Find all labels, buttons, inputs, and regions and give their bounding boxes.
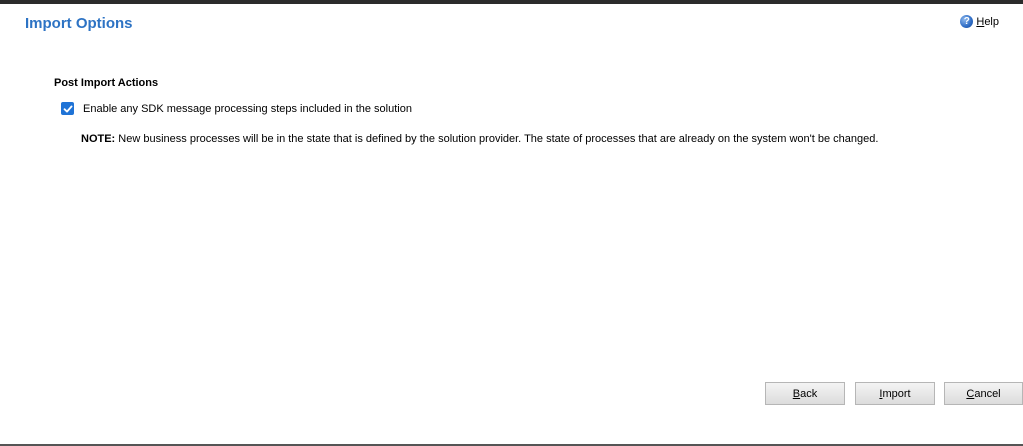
enable-sdk-steps-checkbox[interactable] bbox=[61, 102, 74, 115]
help-icon: ? bbox=[960, 15, 974, 28]
note-body: New business processes will be in the st… bbox=[115, 133, 879, 145]
cancel-button[interactable]: Cancel bbox=[944, 382, 1023, 405]
window-top-border bbox=[0, 0, 1023, 4]
enable-sdk-steps-option[interactable]: Enable any SDK message processing steps … bbox=[61, 102, 412, 115]
note-label: NOTE: bbox=[81, 133, 116, 145]
enable-sdk-steps-label: Enable any SDK message processing steps … bbox=[83, 102, 412, 115]
note-text: NOTE: New business processes will be in … bbox=[81, 133, 878, 145]
import-button[interactable]: Import bbox=[855, 382, 935, 405]
checkmark-icon bbox=[63, 105, 72, 112]
help-label: Help bbox=[976, 15, 999, 28]
page-title: Import Options bbox=[25, 15, 133, 32]
back-button[interactable]: Back bbox=[765, 382, 845, 405]
help-link[interactable]: ? Help bbox=[960, 15, 999, 28]
section-title-post-import-actions: Post Import Actions bbox=[54, 77, 159, 89]
